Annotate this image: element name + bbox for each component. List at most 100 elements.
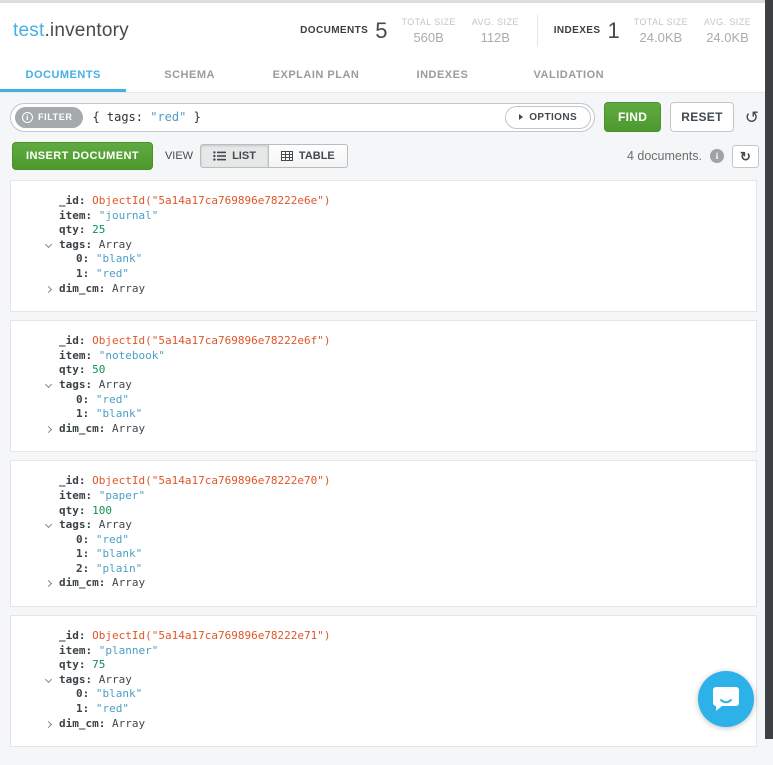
expand-array-icon[interactable] — [46, 426, 54, 434]
toolbar-right: 4 documents. i ↻ — [627, 145, 759, 168]
chat-bubble-icon — [712, 686, 740, 712]
collapse-array-icon[interactable] — [46, 242, 54, 250]
field-value: ObjectId("5a14a17ca769896e78222e71") — [92, 629, 330, 642]
document-field-row[interactable]: item: "paper" — [59, 489, 746, 504]
document-field-row[interactable]: 0: "red" — [59, 393, 746, 408]
collapse-array-icon[interactable] — [46, 677, 54, 685]
document-field-row[interactable]: tags: Array — [59, 238, 746, 253]
refresh-icon: ↻ — [740, 149, 751, 164]
tab-documents[interactable]: DOCUMENTS — [0, 58, 126, 92]
document-field-row[interactable]: tags: Array — [59, 378, 746, 393]
document-field-row[interactable]: 1: "blank" — [59, 407, 746, 422]
field-value: 25 — [92, 223, 105, 236]
field-key: _id: — [59, 334, 86, 347]
field-key: 0: — [76, 252, 89, 265]
field-key: 0: — [76, 533, 89, 546]
document-field-row[interactable]: qty: 75 — [59, 658, 746, 673]
expand-array-icon[interactable] — [46, 286, 54, 294]
documents-total-size: TOTAL SIZE 560B — [401, 17, 455, 45]
field-value: "blank" — [96, 687, 142, 700]
document-field-row[interactable]: tags: Array — [59, 518, 746, 533]
refresh-button[interactable]: ↻ — [732, 145, 759, 168]
field-key: _id: — [59, 474, 86, 487]
document-field-row[interactable]: 1: "red" — [59, 267, 746, 282]
document-field-row[interactable]: 1: "blank" — [59, 547, 746, 562]
chevron-down-icon — [45, 676, 52, 683]
view-list-button[interactable]: LIST — [200, 144, 269, 168]
document-field-row[interactable]: 0: "blank" — [59, 687, 746, 702]
document-field-row[interactable]: dim_cm: Array — [59, 282, 746, 297]
filter-query-text[interactable]: { tags: "red" } — [92, 110, 200, 124]
documents-toolbar: INSERT DOCUMENT VIEW LIST TABLE 4 docume… — [0, 137, 773, 178]
document-card[interactable]: _id: ObjectId("5a14a17ca769896e78222e6e"… — [10, 180, 757, 312]
view-table-label: TABLE — [299, 150, 335, 162]
field-key: dim_cm: — [59, 576, 105, 589]
document-field-row[interactable]: item: "notebook" — [59, 349, 746, 364]
field-key: 1: — [76, 407, 89, 420]
field-key: dim_cm: — [59, 717, 105, 730]
field-value: "plain" — [96, 562, 142, 575]
document-field-row[interactable]: dim_cm: Array — [59, 422, 746, 437]
document-field-row[interactable]: qty: 100 — [59, 504, 746, 519]
document-field-row[interactable]: 0: "red" — [59, 533, 746, 548]
document-field-row[interactable]: 0: "blank" — [59, 252, 746, 267]
field-value: Array — [112, 422, 145, 435]
collapse-array-icon[interactable] — [46, 522, 54, 530]
document-card[interactable]: _id: ObjectId("5a14a17ca769896e78222e70"… — [10, 460, 757, 607]
insert-document-button[interactable]: INSERT DOCUMENT — [12, 142, 153, 170]
collection-tabs: DOCUMENTS SCHEMA EXPLAIN PLAN INDEXES VA… — [0, 58, 632, 92]
document-field-row[interactable]: qty: 50 — [59, 363, 746, 378]
document-field-row[interactable]: tags: Array — [59, 673, 746, 688]
document-card[interactable]: _id: ObjectId("5a14a17ca769896e78222e71"… — [10, 615, 757, 747]
field-value: "red" — [96, 533, 129, 546]
expand-array-icon[interactable] — [46, 721, 54, 729]
query-history-icon[interactable]: ↺ — [743, 109, 761, 126]
chevron-down-icon — [45, 381, 52, 388]
document-field-row[interactable]: item: "planner" — [59, 644, 746, 659]
tab-explain-plan[interactable]: EXPLAIN PLAN — [253, 58, 379, 92]
options-button[interactable]: OPTIONS — [505, 106, 591, 129]
document-field-row[interactable]: qty: 25 — [59, 223, 746, 238]
indexes-stat: INDEXES 1 — [554, 18, 620, 44]
expand-array-icon[interactable] — [46, 580, 54, 588]
document-field-row[interactable]: dim_cm: Array — [59, 717, 746, 732]
document-count: 4 documents. — [627, 149, 702, 163]
reset-button[interactable]: RESET — [670, 102, 734, 132]
stats-divider — [537, 15, 538, 47]
field-value: Array — [99, 238, 132, 251]
chat-launcher-button[interactable] — [698, 671, 754, 727]
query-string-value: "red" — [150, 110, 186, 124]
field-value: Array — [99, 518, 132, 531]
collapse-array-icon[interactable] — [46, 382, 54, 390]
list-icon — [213, 151, 226, 161]
tab-validation[interactable]: VALIDATION — [506, 58, 632, 92]
tab-schema[interactable]: SCHEMA — [126, 58, 252, 92]
info-icon[interactable]: i — [710, 149, 724, 163]
field-value: "red" — [96, 702, 129, 715]
document-field-row[interactable]: 2: "plain" — [59, 562, 746, 577]
field-key: 1: — [76, 267, 89, 280]
document-field-row[interactable]: _id: ObjectId("5a14a17ca769896e78222e71"… — [59, 629, 746, 644]
documents-stat: DOCUMENTS 5 — [300, 18, 387, 44]
view-table-button[interactable]: TABLE — [269, 144, 348, 168]
chevron-right-icon — [45, 426, 52, 433]
find-button[interactable]: FIND — [604, 102, 661, 132]
document-field-row[interactable]: _id: ObjectId("5a14a17ca769896e78222e70"… — [59, 474, 746, 489]
collection-tabs-row: DOCUMENTS SCHEMA EXPLAIN PLAN INDEXES VA… — [0, 58, 773, 93]
document-card[interactable]: _id: ObjectId("5a14a17ca769896e78222e6f"… — [10, 320, 757, 452]
document-field-row[interactable]: 1: "red" — [59, 702, 746, 717]
field-key: _id: — [59, 629, 86, 642]
filter-input[interactable]: i FILTER { tags: "red" } OPTIONS — [10, 103, 595, 132]
view-label: VIEW — [165, 150, 193, 162]
document-field-row[interactable]: item: "journal" — [59, 209, 746, 224]
database-name: test — [13, 20, 44, 41]
collection-name: inventory — [50, 20, 129, 41]
documents-avg-size: AVG. SIZE 112B — [472, 17, 519, 45]
field-value: "blank" — [96, 547, 142, 560]
field-key: qty: — [59, 504, 86, 517]
document-field-row[interactable]: _id: ObjectId("5a14a17ca769896e78222e6e"… — [59, 194, 746, 209]
tab-indexes[interactable]: INDEXES — [379, 58, 505, 92]
document-field-row[interactable]: dim_cm: Array — [59, 576, 746, 591]
field-value: "planner" — [99, 644, 159, 657]
document-field-row[interactable]: _id: ObjectId("5a14a17ca769896e78222e6f"… — [59, 334, 746, 349]
